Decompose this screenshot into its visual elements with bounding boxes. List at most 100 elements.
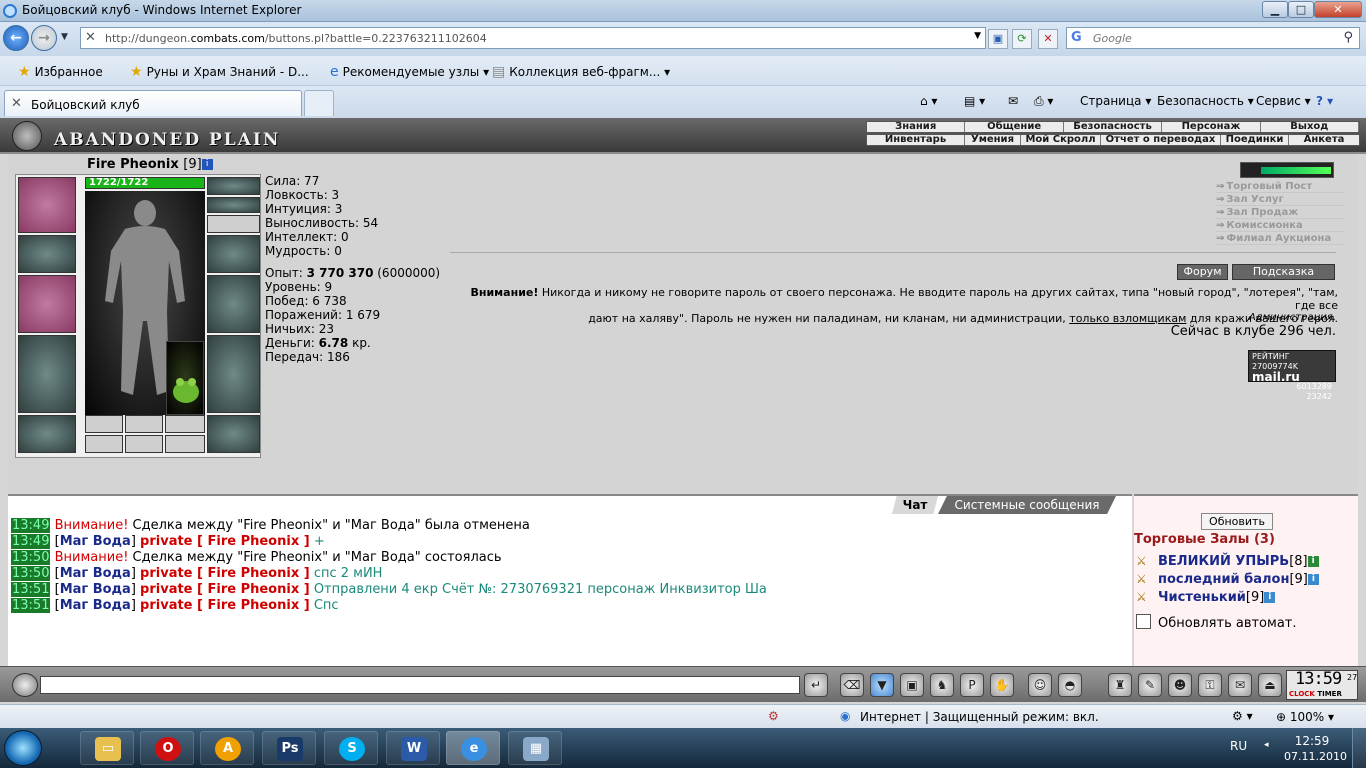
- chat-sender[interactable]: Маг Вода: [60, 598, 131, 613]
- friends-icon[interactable]: ☻: [1168, 673, 1192, 697]
- auto-refresh-checkbox[interactable]: [1136, 614, 1151, 629]
- shield-slot[interactable]: [207, 275, 260, 333]
- eraser-icon[interactable]: ⌫: [840, 673, 864, 697]
- mail-icon[interactable]: ✉: [1008, 94, 1018, 108]
- hint-button[interactable]: Подсказка: [1232, 264, 1335, 280]
- translit-icon[interactable]: Р: [960, 673, 984, 697]
- chat-input[interactable]: [40, 676, 800, 694]
- security-zone[interactable]: Интернет | Защищенный режим: вкл.: [860, 710, 1099, 724]
- scroll-icon[interactable]: ✎: [1138, 673, 1162, 697]
- link-trade-post[interactable]: Торговый Пост: [1216, 180, 1344, 193]
- menu-inventory[interactable]: Инвентарь: [867, 135, 965, 145]
- show-desktop-button[interactable]: [1352, 728, 1366, 768]
- fav-item-runes[interactable]: ★ Руны и Храм Знаний - D...: [130, 64, 309, 80]
- room-player[interactable]: ⚔ Чистенький[9] i: [1136, 590, 1276, 605]
- hand-icon[interactable]: ✋: [990, 673, 1014, 697]
- menu-profile[interactable]: Анкета: [1289, 135, 1359, 145]
- service-menu[interactable]: Сервис ▾: [1256, 94, 1311, 108]
- belt-slot[interactable]: [18, 415, 76, 453]
- language-indicator[interactable]: RU: [1230, 739, 1247, 753]
- chat-sender[interactable]: Маг Вода: [60, 566, 131, 581]
- leggings-slot[interactable]: [207, 335, 260, 413]
- tab-system-messages[interactable]: Системные сообщения: [938, 496, 1116, 514]
- chat-sender[interactable]: Маг Вода: [60, 582, 131, 597]
- security-menu[interactable]: Безопасность ▾: [1157, 94, 1254, 108]
- chat-sender[interactable]: Маг Вода: [60, 534, 131, 549]
- refresh-button[interactable]: Обновить: [1201, 513, 1273, 530]
- pet-frog-icon[interactable]: [166, 341, 204, 415]
- room-player[interactable]: ⚔ последний балон[9] i: [1136, 572, 1319, 587]
- menu-skills[interactable]: Умения: [965, 135, 1021, 145]
- fav-item-webslices[interactable]: ▤ Коллекция веб-фрагм... ▾: [492, 64, 670, 80]
- feeds-icon[interactable]: ▤ ▾: [964, 94, 985, 108]
- maximize-button[interactable]: □: [1288, 1, 1314, 18]
- address-dropdown-icon[interactable]: ▼: [974, 31, 981, 41]
- weapon-slot[interactable]: [18, 275, 76, 333]
- search-icon[interactable]: ⚲: [1343, 30, 1353, 45]
- close-window-button[interactable]: ✕: [1314, 1, 1362, 18]
- refresh-icon[interactable]: ⟳: [1012, 29, 1032, 49]
- stop-icon[interactable]: ✕: [1038, 29, 1058, 49]
- tray-date[interactable]: 07.11.2010: [1284, 750, 1347, 763]
- tray-time[interactable]: 12:59: [1284, 734, 1340, 748]
- forward-button[interactable]: →: [31, 25, 57, 51]
- emote-icon[interactable]: ☺: [1028, 673, 1052, 697]
- rune-slot-3[interactable]: [165, 435, 205, 453]
- link-auction-branch[interactable]: Филиал Аукциона: [1216, 232, 1344, 245]
- link-services-hall[interactable]: Зал Услуг: [1216, 193, 1344, 206]
- taskbar-skype[interactable]: S: [324, 731, 378, 765]
- address-url[interactable]: http://dungeon.combats.com/buttons.pl?ba…: [105, 32, 487, 45]
- amulet-slot[interactable]: [207, 197, 260, 213]
- helm-icon[interactable]: ◓: [1058, 673, 1082, 697]
- filter-icon[interactable]: ▼: [870, 673, 894, 697]
- rune-slot-2[interactable]: [125, 435, 163, 453]
- taskbar-ie[interactable]: e: [446, 731, 500, 765]
- page-menu[interactable]: Страница ▾: [1080, 94, 1151, 108]
- ring-slots-row[interactable]: [207, 215, 260, 233]
- link-commission[interactable]: Комиссионка: [1216, 219, 1344, 232]
- menu-knowledge[interactable]: Знания: [867, 122, 966, 132]
- new-tab-button[interactable]: [304, 90, 334, 116]
- info-icon[interactable]: i: [1307, 574, 1319, 585]
- compatibility-view-icon[interactable]: ▣: [988, 29, 1008, 49]
- taskbar-word[interactable]: W: [386, 731, 440, 765]
- bag-icon[interactable]: ♜: [1108, 673, 1132, 697]
- menu-communication[interactable]: Общение: [965, 122, 1064, 132]
- back-button[interactable]: ←: [3, 25, 29, 51]
- menu-battles[interactable]: Поединки: [1221, 135, 1289, 145]
- home-icon[interactable]: ⌂ ▾: [920, 94, 937, 108]
- bracer-slot[interactable]: [18, 235, 76, 273]
- link-sales-hall[interactable]: Зал Продаж: [1216, 206, 1344, 219]
- forum-button[interactable]: Форум: [1177, 264, 1228, 280]
- menu-security[interactable]: Безопасность: [1064, 122, 1163, 132]
- tab-chat[interactable]: Чат: [892, 496, 938, 514]
- menu-my-scroll[interactable]: Мой Скролл: [1021, 135, 1101, 145]
- player-name[interactable]: Fire Pheonix [9] i: [87, 157, 213, 172]
- exit-icon[interactable]: ⏏: [1258, 673, 1282, 697]
- rating-counter[interactable]: РЕЙТИНГ 27009774K mail.ru 6013289 23242: [1248, 350, 1336, 401]
- save-icon[interactable]: ▣: [900, 673, 924, 697]
- smile-icon[interactable]: [12, 673, 38, 697]
- fav-item-suggested[interactable]: e Рекомендуемые узлы ▾: [330, 64, 489, 80]
- minimize-button[interactable]: ▁: [1262, 1, 1288, 18]
- taskbar-opera[interactable]: O: [140, 731, 194, 765]
- helmet-slot[interactable]: [18, 177, 76, 233]
- rune-slot-1[interactable]: [85, 435, 123, 453]
- help-icon[interactable]: ? ▾: [1316, 94, 1333, 108]
- walk-icon[interactable]: ♞: [930, 673, 954, 697]
- taskbar-calculator[interactable]: ▦: [508, 731, 562, 765]
- ring-slot-3[interactable]: [165, 415, 205, 433]
- start-button[interactable]: [4, 730, 42, 766]
- search-box[interactable]: G Google ⚲: [1066, 27, 1360, 49]
- info-icon[interactable]: i: [1264, 592, 1276, 603]
- menu-transfers-report[interactable]: Отчет о переводах: [1101, 135, 1221, 145]
- taskbar-photoshop[interactable]: Ps: [262, 731, 316, 765]
- popup-blocker-icon[interactable]: ⚙: [768, 709, 779, 723]
- print-icon[interactable]: ⎙ ▾: [1034, 94, 1053, 109]
- info-icon[interactable]: i: [1307, 556, 1319, 567]
- send-icon[interactable]: ↵: [804, 673, 828, 697]
- gloves-slot[interactable]: [207, 235, 260, 273]
- menu-character[interactable]: Персонаж: [1162, 122, 1261, 132]
- room-player[interactable]: ⚔ ВЕЛИКИЙ УПЫРЬ[8] i: [1136, 554, 1319, 569]
- taskbar-aimp[interactable]: A: [200, 731, 254, 765]
